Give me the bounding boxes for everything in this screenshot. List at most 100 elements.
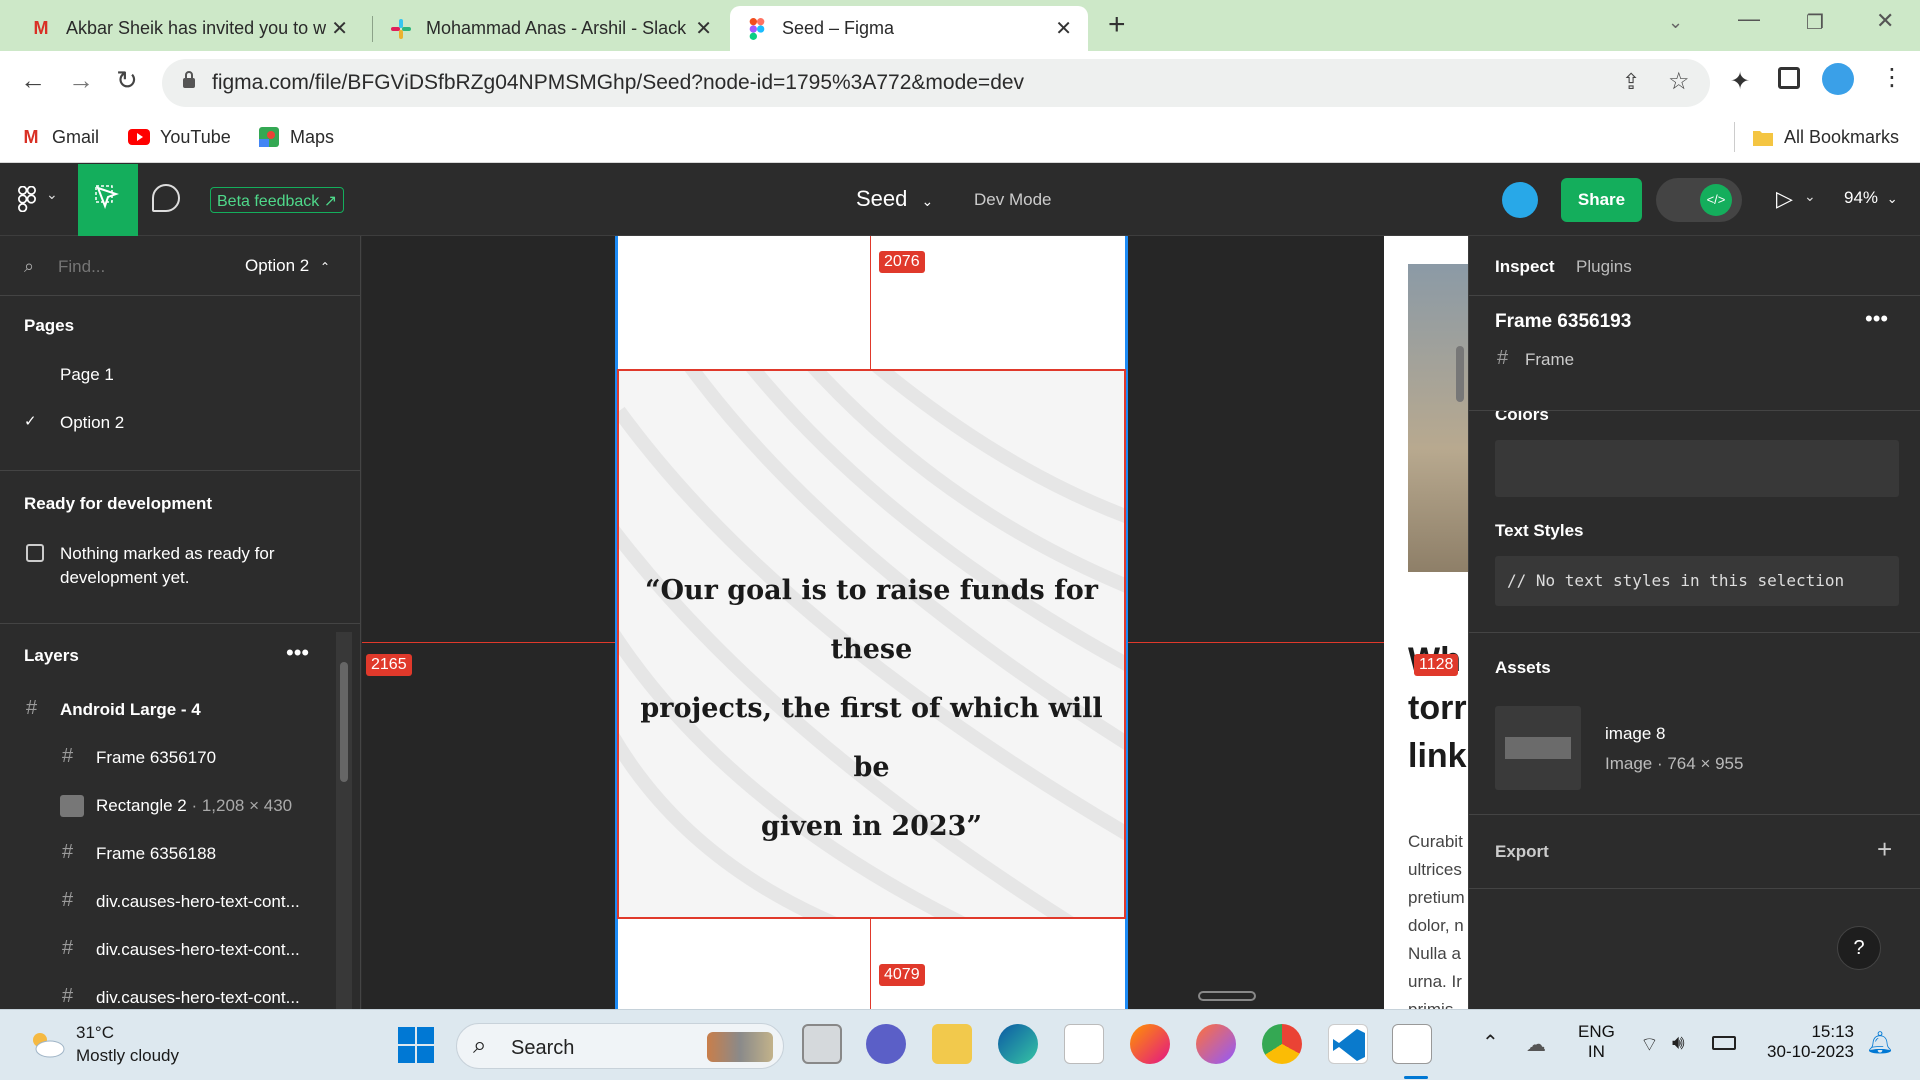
chevron-down-icon: ⌄ bbox=[1886, 191, 1898, 206]
scrollbar-thumb[interactable] bbox=[340, 662, 348, 782]
tab-search-chevron-icon[interactable]: ⌄ bbox=[1668, 12, 1683, 33]
gmail-icon: M bbox=[23, 126, 39, 147]
bookmark-star-icon[interactable]: ☆ bbox=[1668, 67, 1690, 96]
windows-start-icon[interactable] bbox=[398, 1027, 434, 1068]
body-line: ultrices bbox=[1408, 860, 1462, 879]
close-tab-icon[interactable]: ✕ bbox=[695, 16, 712, 41]
dev-ready-icon bbox=[26, 544, 44, 562]
comment-icon[interactable] bbox=[152, 184, 180, 212]
dev-mode-toggle[interactable]: </> bbox=[1656, 178, 1742, 222]
new-tab-plus-icon[interactable]: + bbox=[1108, 8, 1126, 42]
language-indicator[interactable]: ENG IN bbox=[1578, 1022, 1615, 1062]
close-tab-icon[interactable]: ✕ bbox=[331, 16, 348, 41]
restore-icon[interactable]: ❐ bbox=[1806, 10, 1824, 35]
file-name[interactable]: Seed ⌄ bbox=[856, 186, 933, 212]
page-selector[interactable]: Option 2 ⌃ bbox=[245, 256, 330, 276]
clock[interactable]: 15:13 30-10-2023 bbox=[1762, 1022, 1854, 1062]
search-placeholder: Search bbox=[511, 1037, 575, 1059]
taskbar-search[interactable]: ⌕ Search bbox=[456, 1023, 784, 1069]
page-item-page-1[interactable]: Page 1 bbox=[60, 365, 114, 385]
share-button[interactable]: Share bbox=[1561, 178, 1642, 222]
layer-name: Frame 6356188 bbox=[96, 844, 217, 863]
quote-text: “Our goal is to raise funds for these pr… bbox=[619, 561, 1124, 856]
bookmark-youtube[interactable]: YouTube bbox=[128, 126, 231, 148]
chrome-icon[interactable] bbox=[1262, 1024, 1302, 1064]
pages-heading: Pages bbox=[24, 316, 75, 335]
design-canvas[interactable]: “Our goal is to raise funds for these pr… bbox=[362, 236, 1468, 1009]
user-avatar[interactable] bbox=[1502, 182, 1538, 218]
onedrive-cloud-icon[interactable]: ☁ bbox=[1526, 1032, 1546, 1057]
browser-menu-icon[interactable]: ⋮ bbox=[1880, 63, 1904, 92]
battery-icon[interactable] bbox=[1712, 1036, 1736, 1050]
canvas-scroll-handle[interactable] bbox=[1198, 991, 1256, 1001]
tab-divider bbox=[372, 16, 373, 42]
cursor-select-icon bbox=[95, 185, 119, 209]
inspect-tool-button[interactable] bbox=[78, 164, 138, 236]
tab-plugins[interactable]: Plugins bbox=[1576, 257, 1632, 277]
present-play-icon[interactable]: ▷ bbox=[1776, 186, 1793, 212]
chevron-down-icon[interactable]: ⌄ bbox=[46, 186, 58, 203]
tab-figma[interactable]: Seed – Figma ✕ bbox=[730, 6, 1088, 51]
minimize-icon[interactable]: — bbox=[1738, 6, 1760, 32]
colors-heading-clip: Colors bbox=[1469, 411, 1920, 423]
reload-icon[interactable]: ↻ bbox=[116, 65, 138, 96]
more-options-icon[interactable]: ••• bbox=[1865, 306, 1888, 332]
more-options-icon[interactable]: ••• bbox=[286, 640, 309, 666]
help-button[interactable]: ? bbox=[1837, 926, 1881, 970]
weather-temp[interactable]: 31°C bbox=[76, 1023, 114, 1043]
quote-frame[interactable]: “Our goal is to raise funds for these pr… bbox=[617, 369, 1126, 919]
close-tab-icon[interactable]: ✕ bbox=[1055, 16, 1072, 41]
volume-icon[interactable]: 🔊︎ bbox=[1672, 1032, 1685, 1055]
figma-main-menu-icon[interactable] bbox=[18, 185, 36, 218]
task-view-icon[interactable] bbox=[802, 1024, 842, 1064]
edge-browser-icon[interactable] bbox=[998, 1024, 1038, 1064]
tab-inspect[interactable]: Inspect bbox=[1495, 257, 1555, 277]
lock-icon[interactable] bbox=[182, 71, 196, 94]
chevron-down-icon[interactable]: ⌄ bbox=[1804, 188, 1816, 205]
forward-arrow-icon[interactable]: → bbox=[68, 65, 94, 96]
add-export-plus-icon[interactable]: + bbox=[1877, 834, 1892, 865]
address-bar[interactable]: figma.com/file/BFGViDSfbRZg04NPMSMGhp/Se… bbox=[162, 59, 1710, 107]
quote-line: given in 2023” bbox=[761, 811, 982, 842]
weather-desc[interactable]: Mostly cloudy bbox=[76, 1046, 179, 1066]
find-input[interactable] bbox=[58, 254, 208, 280]
window-close-icon[interactable]: ✕ bbox=[1876, 8, 1894, 34]
all-bookmarks[interactable]: All Bookmarks bbox=[1752, 126, 1899, 148]
extensions-puzzle-icon[interactable]: ✦ bbox=[1730, 67, 1750, 96]
asset-thumbnail[interactable] bbox=[1495, 706, 1581, 790]
asset-image-preview bbox=[1505, 737, 1571, 759]
layers-scrollbar[interactable] bbox=[336, 632, 352, 1009]
tab-slack[interactable]: Mohammad Anas - Arshil - Slack ✕ bbox=[374, 6, 728, 51]
bookmark-label: YouTube bbox=[160, 126, 231, 147]
wifi-icon[interactable]: ⌔ bbox=[1640, 1032, 1659, 1057]
snipping-tool-icon[interactable] bbox=[1392, 1024, 1432, 1064]
tab-gmail[interactable]: M Akbar Sheik has invited you to w ✕ bbox=[14, 6, 364, 51]
dev-mode-label[interactable]: Dev Mode bbox=[974, 190, 1051, 210]
profile-avatar[interactable] bbox=[1822, 63, 1854, 95]
microsoft-store-icon[interactable] bbox=[1064, 1024, 1104, 1064]
chevron-up-icon[interactable]: ⌃ bbox=[1482, 1030, 1499, 1055]
side-panel-icon[interactable] bbox=[1778, 67, 1800, 89]
page-item-option-2[interactable]: Option 2 bbox=[60, 413, 124, 433]
text-styles-empty: // No text styles in this selection bbox=[1507, 571, 1845, 590]
layer-name-text: Rectangle 2 bbox=[96, 796, 187, 815]
share-page-icon[interactable]: ⇪ bbox=[1622, 69, 1640, 95]
beta-feedback-button[interactable]: Beta feedback ↗ bbox=[210, 187, 345, 213]
bookmark-maps[interactable]: Maps bbox=[258, 126, 334, 148]
teams-chat-icon[interactable] bbox=[866, 1024, 906, 1064]
vscode-icon[interactable] bbox=[1328, 1024, 1368, 1064]
weather-cloud-icon[interactable] bbox=[28, 1030, 65, 1058]
zoom-level[interactable]: 94% ⌄ bbox=[1844, 188, 1898, 208]
right-artboard[interactable]: Wh torr link Curabit ultrices pretium do… bbox=[1384, 236, 1468, 1009]
image-scroll-indicator bbox=[1456, 346, 1464, 402]
divider bbox=[1469, 632, 1920, 633]
bookmark-gmail[interactable]: M Gmail bbox=[20, 126, 100, 148]
notification-bell-icon[interactable]: 🔔︎ bbox=[1866, 1030, 1894, 1056]
firefox-dev-icon[interactable] bbox=[1196, 1024, 1236, 1064]
frame-hash-icon: # bbox=[62, 889, 74, 911]
file-explorer-icon[interactable] bbox=[932, 1024, 972, 1064]
image-thumbnail-icon bbox=[60, 795, 84, 817]
body-line: urna. Ir bbox=[1408, 972, 1462, 991]
back-arrow-icon[interactable]: ← bbox=[20, 65, 46, 96]
firefox-icon[interactable] bbox=[1130, 1024, 1170, 1064]
